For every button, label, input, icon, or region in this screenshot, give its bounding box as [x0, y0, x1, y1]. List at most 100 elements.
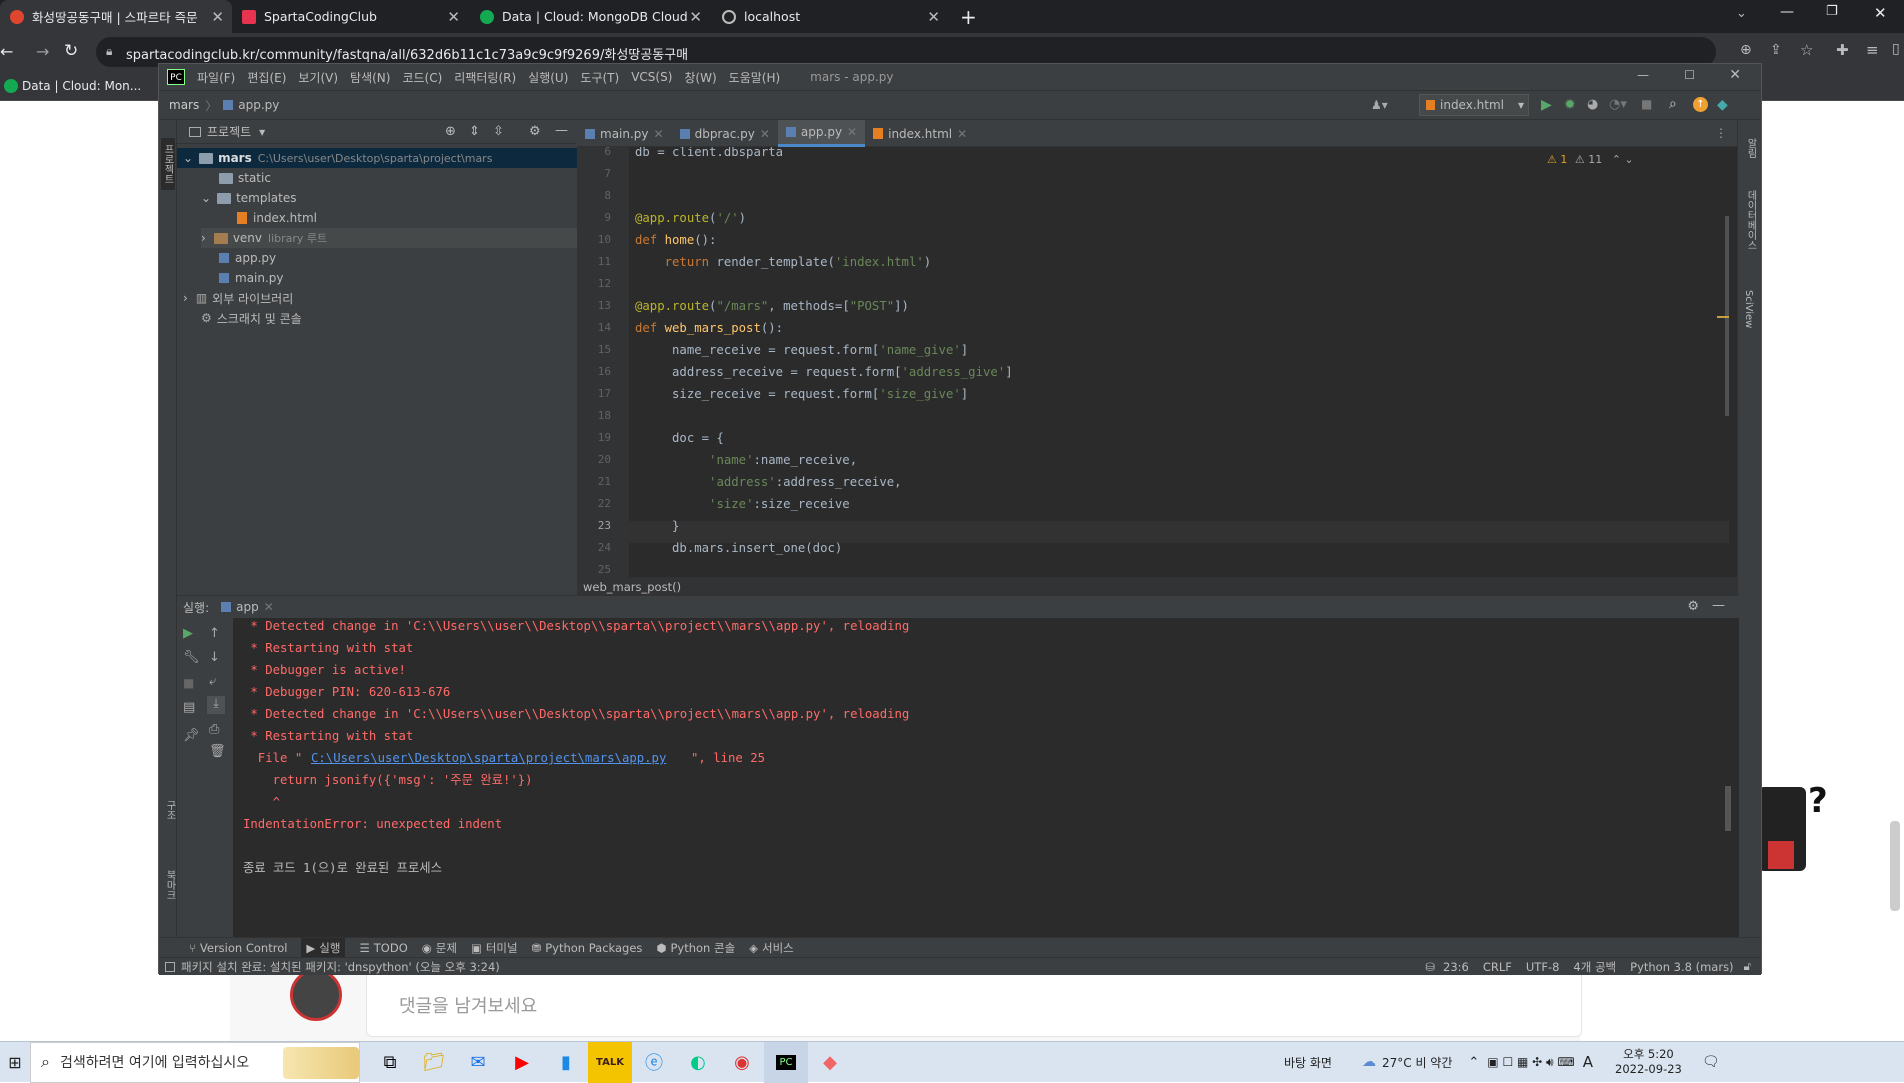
- desktop-label[interactable]: 바탕 화면: [1284, 1054, 1332, 1071]
- close-icon[interactable]: ✕: [847, 125, 857, 139]
- tree-item-index-html[interactable]: index.html: [237, 208, 317, 228]
- code-area[interactable]: db = client.dbsparta @app.route('/') def h…: [629, 147, 1729, 577]
- file-explorer-icon[interactable]: 📁︎: [412, 1042, 456, 1083]
- edge-icon[interactable]: ◐: [676, 1042, 720, 1083]
- scroll-down-icon[interactable]: ↓: [209, 650, 220, 665]
- close-tab-icon[interactable]: ✕: [447, 8, 460, 26]
- menu-code[interactable]: 코드(C): [402, 69, 442, 86]
- media-icon[interactable]: ≡: [1866, 41, 1879, 59]
- comment-input[interactable]: 댓글을 남겨보세요: [366, 969, 1582, 1037]
- collapse-all-icon[interactable]: ⇳: [493, 124, 504, 139]
- tool-tab-version-control[interactable]: ⑂ Version Control: [189, 941, 287, 955]
- notification-icon[interactable]: 🗨︎: [1702, 1054, 1720, 1070]
- trash-icon[interactable]: 🗑︎: [209, 744, 226, 759]
- panel-toggle-icon[interactable]: [165, 961, 175, 972]
- tree-item-scratches[interactable]: ⚙ 스크래치 및 콘솔: [201, 308, 302, 328]
- bookmark-star-icon[interactable]: ☆: [1800, 41, 1813, 59]
- tool-tab-todo[interactable]: ☰ TODO: [359, 941, 407, 955]
- tree-item-venv[interactable]: › venv library 루트: [201, 228, 577, 248]
- tool-tab-python-console[interactable]: ⬢ Python 콘솔: [656, 940, 735, 956]
- browser-tab-3[interactable]: Data | Cloud: MongoDB Cloud ✕: [470, 0, 710, 33]
- close-tab-icon[interactable]: ✕: [211, 8, 224, 26]
- chrome-icon[interactable]: ◉: [720, 1042, 764, 1083]
- menu-file[interactable]: 파일(F): [197, 69, 235, 86]
- ime-indicator[interactable]: A: [1583, 1053, 1593, 1071]
- user-icon[interactable]: ♟︎▾: [1371, 98, 1388, 112]
- tray-icons[interactable]: ▣ ☐ ▦ ✣ 🔊︎ ⌨: [1487, 1055, 1574, 1070]
- pycharm-taskbar-icon[interactable]: PC: [764, 1041, 808, 1083]
- youtube-icon[interactable]: ▶: [500, 1042, 544, 1083]
- coverage-icon[interactable]: ◕: [1587, 97, 1598, 112]
- tab-index-html[interactable]: index.html ✕: [865, 120, 975, 147]
- ie-icon[interactable]: ⓔ: [632, 1042, 676, 1083]
- run-icon[interactable]: ▶: [1541, 97, 1552, 113]
- ide-minimize-icon[interactable]: —: [1637, 68, 1649, 82]
- gear-icon[interactable]: ⚙: [529, 124, 541, 139]
- zoom-icon[interactable]: ⊕: [1740, 42, 1752, 58]
- mail-icon[interactable]: ✉: [456, 1042, 500, 1083]
- ide-close-icon[interactable]: ✕: [1729, 67, 1741, 83]
- close-icon[interactable]: ✕: [654, 127, 664, 141]
- cursor-position[interactable]: 23:6: [1443, 960, 1469, 974]
- close-icon[interactable]: ✕: [264, 600, 274, 614]
- tree-item-templates[interactable]: ⌄ templates: [201, 188, 296, 208]
- tree-item-mars[interactable]: ⌄ mars C:\Users\user\Desktop\sparta\proj…: [177, 148, 577, 168]
- tab-search-icon[interactable]: ⌄: [1736, 6, 1747, 21]
- scroll-up-icon[interactable]: ↑: [209, 626, 220, 641]
- layout-icon[interactable]: ▤: [183, 700, 195, 715]
- sidepanel-icon[interactable]: ▯: [1892, 41, 1900, 57]
- inspection-widget[interactable]: ⚠ 1 ⚠ 11 ⌃ ⌄: [1547, 153, 1634, 166]
- app-icon[interactable]: ◆: [808, 1042, 852, 1083]
- close-icon[interactable]: ✕: [957, 127, 967, 141]
- run-tab-app[interactable]: app ✕: [221, 600, 274, 614]
- gear-icon[interactable]: ⚙: [1687, 599, 1699, 614]
- close-window-icon[interactable]: ✕: [1874, 4, 1887, 22]
- close-tab-icon[interactable]: ✕: [689, 8, 702, 26]
- soft-wrap-icon[interactable]: ⤶: [209, 674, 216, 689]
- project-tool-button[interactable]: 프로젝트: [161, 138, 175, 190]
- tab-app-py[interactable]: app.py ✕: [777, 120, 866, 147]
- menu-window[interactable]: 창(W): [684, 69, 716, 86]
- print-icon[interactable]: ⎙: [209, 722, 219, 737]
- bookmarks-tool-button[interactable]: 북마크: [162, 870, 177, 900]
- notifications-tool-button[interactable]: 알림: [1743, 138, 1758, 158]
- bookmark-link[interactable]: Data | Cloud: Mon...: [22, 79, 141, 93]
- console-scrollbar[interactable]: [1725, 786, 1731, 831]
- database-tool-button[interactable]: 데이터베이스: [1743, 190, 1758, 250]
- pin-icon[interactable]: 📌︎: [183, 728, 200, 743]
- tab-dbprac-py[interactable]: dbprac.py ✕: [672, 120, 778, 147]
- page-scrollbar[interactable]: [1890, 821, 1900, 911]
- profile-icon[interactable]: ◔▾: [1609, 97, 1627, 112]
- line-separator[interactable]: CRLF: [1483, 960, 1512, 974]
- update-icon[interactable]: ↑: [1693, 97, 1708, 112]
- menu-view[interactable]: 보기(V): [298, 69, 338, 86]
- browser-tab-4[interactable]: localhost ✕: [712, 0, 948, 33]
- close-icon[interactable]: ✕: [760, 127, 770, 141]
- stop-icon[interactable]: ■: [1641, 97, 1652, 111]
- restore-icon[interactable]: ❐: [1826, 4, 1838, 19]
- tree-item-main-py[interactable]: main.py: [219, 268, 284, 288]
- lock-icon[interactable]: 🔓︎: [1744, 959, 1751, 974]
- new-tab-icon[interactable]: +: [960, 5, 977, 29]
- search-icon[interactable]: ⌕: [1669, 96, 1677, 112]
- locate-icon[interactable]: ⊕: [445, 124, 456, 139]
- stop-icon[interactable]: ■: [183, 676, 194, 690]
- menu-vcs[interactable]: VCS(S): [631, 70, 672, 84]
- console-output[interactable]: * Detected change in 'C:\\Users\\user\\D…: [243, 618, 1723, 908]
- close-tab-icon[interactable]: ✕: [927, 8, 940, 26]
- git-icon[interactable]: ⛁: [1425, 960, 1435, 974]
- start-icon[interactable]: ⊞: [0, 1042, 30, 1083]
- tray-chevron-icon[interactable]: ⌃: [1468, 1055, 1479, 1070]
- debug-icon[interactable]: ✹: [1564, 97, 1576, 113]
- menu-help[interactable]: 도움말(H): [729, 69, 781, 86]
- extensions-icon[interactable]: ✚: [1836, 41, 1849, 59]
- jetbrains-icon[interactable]: ◆: [1717, 97, 1728, 113]
- wrench-icon[interactable]: 🔧︎: [183, 650, 200, 665]
- back-icon[interactable]: ←: [0, 42, 13, 61]
- menu-edit[interactable]: 편집(E): [247, 69, 286, 86]
- tree-item-app-py[interactable]: app.py: [219, 248, 276, 268]
- ide-maximize-icon[interactable]: ☐: [1684, 68, 1695, 82]
- status-message[interactable]: 패키지 설치 완료: 설치된 패키지: 'dnspython' (오늘 오후 3…: [181, 959, 500, 975]
- hide-panel-icon[interactable]: —: [1712, 598, 1725, 613]
- share-icon[interactable]: ⇪: [1770, 42, 1782, 58]
